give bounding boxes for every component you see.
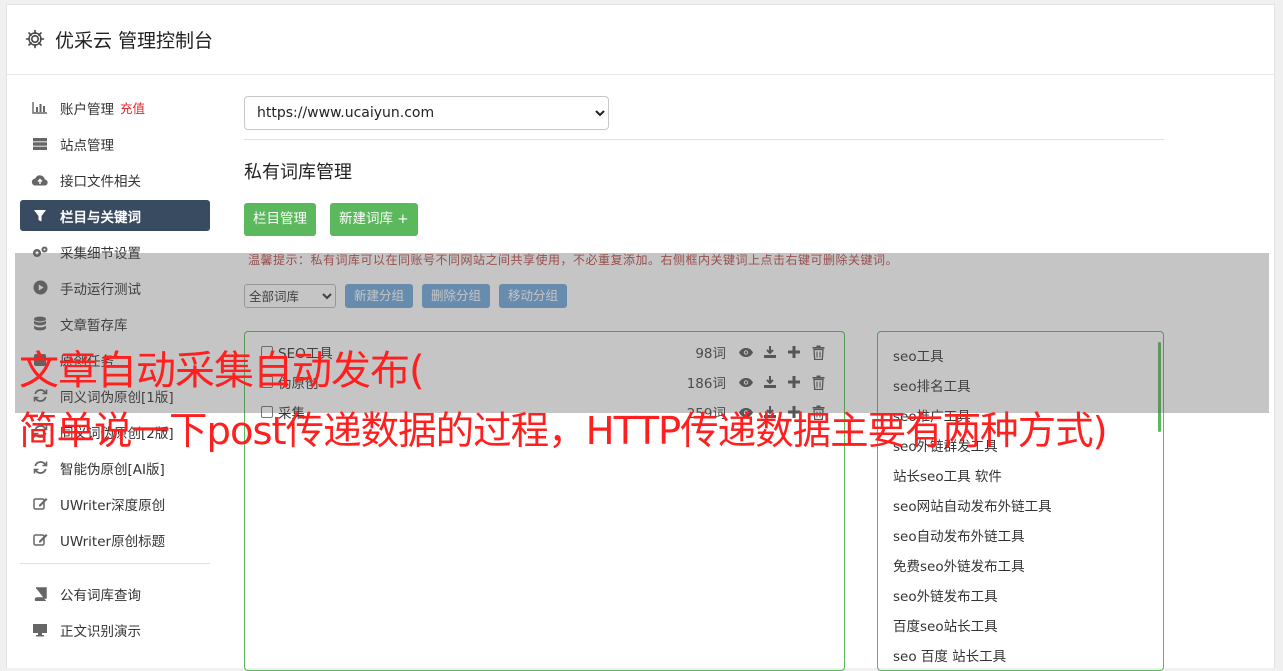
keyword-item[interactable]: seo网站自动发布外链工具	[878, 492, 1163, 522]
keyword-item[interactable]: seo自动发布外链工具	[878, 522, 1163, 552]
keyword-item[interactable]: 站长seo工具 软件	[878, 462, 1163, 492]
top-header: 优采云 管理控制台	[7, 5, 1274, 75]
action-buttons: 栏目管理 新建词库 +	[244, 203, 1164, 236]
sidebar-item-label: 站点管理	[60, 137, 114, 154]
sidebar-item-label: 账户管理	[60, 101, 114, 118]
monitor-icon	[31, 623, 49, 637]
column-manage-button[interactable]: 栏目管理	[244, 203, 316, 236]
page-title: 优采云 管理控制台	[55, 30, 214, 52]
sidebar-item-api[interactable]: 接口文件相关	[20, 164, 210, 195]
overlay-headline: 文章自动采集自动发布(	[19, 348, 425, 394]
refresh-icon	[31, 461, 49, 475]
gear-icon	[25, 29, 47, 51]
keyword-item[interactable]: 百度seo站长工具	[878, 612, 1163, 642]
sidebar-item-uwriter-deep[interactable]: UWriter深度原创	[20, 488, 210, 519]
divider	[244, 139, 1164, 140]
edit-icon	[31, 533, 49, 547]
sidebar-item-label: UWriter深度原创	[60, 497, 166, 514]
sidebar-item-label: 公有词库查询	[60, 587, 141, 604]
sidebar-item-uwriter-title[interactable]: UWriter原创标题	[20, 524, 210, 555]
sidebar-item-sites[interactable]: 站点管理	[20, 128, 210, 159]
sidebar-item-ai-rewrite[interactable]: 智能伪原创[AI版]	[20, 452, 210, 483]
sidebar-item-columns-keywords[interactable]: 栏目与关键词	[20, 200, 210, 231]
site-select[interactable]: https://www.ucaiyun.com	[244, 96, 609, 130]
sidebar-item-public-library[interactable]: 公有词库查询	[20, 578, 210, 609]
book-icon	[31, 586, 49, 601]
sidebar-item-account[interactable]: 账户管理 充值	[20, 92, 210, 123]
bar-chart-icon	[31, 101, 49, 115]
sidebar-item-label: 智能伪原创[AI版]	[60, 461, 165, 478]
sidebar-item-label: 栏目与关键词	[60, 209, 141, 226]
filter-icon	[31, 209, 49, 223]
sidebar-item-text-recognition[interactable]: 正文识别演示	[20, 614, 210, 645]
new-library-button[interactable]: 新建词库 +	[330, 203, 418, 236]
sidebar-item-label: 正文识别演示	[60, 623, 141, 640]
sidebar-item-label: 接口文件相关	[60, 173, 141, 190]
cloud-upload-icon	[31, 173, 49, 187]
keyword-item[interactable]: 免费seo外链发布工具	[878, 552, 1163, 582]
overlay-subheadline: 简单说一下post传递数据的过程，HTTP传递数据主要有两种方式)	[19, 409, 1108, 454]
keyword-item[interactable]: seo外链发布工具	[878, 582, 1163, 612]
sidebar-divider	[20, 563, 210, 564]
section-title: 私有词库管理	[244, 162, 352, 183]
edit-icon	[31, 497, 49, 511]
recharge-link[interactable]: 充值	[120, 98, 145, 117]
sidebar-item-label: UWriter原创标题	[60, 533, 166, 550]
server-icon	[31, 137, 49, 151]
